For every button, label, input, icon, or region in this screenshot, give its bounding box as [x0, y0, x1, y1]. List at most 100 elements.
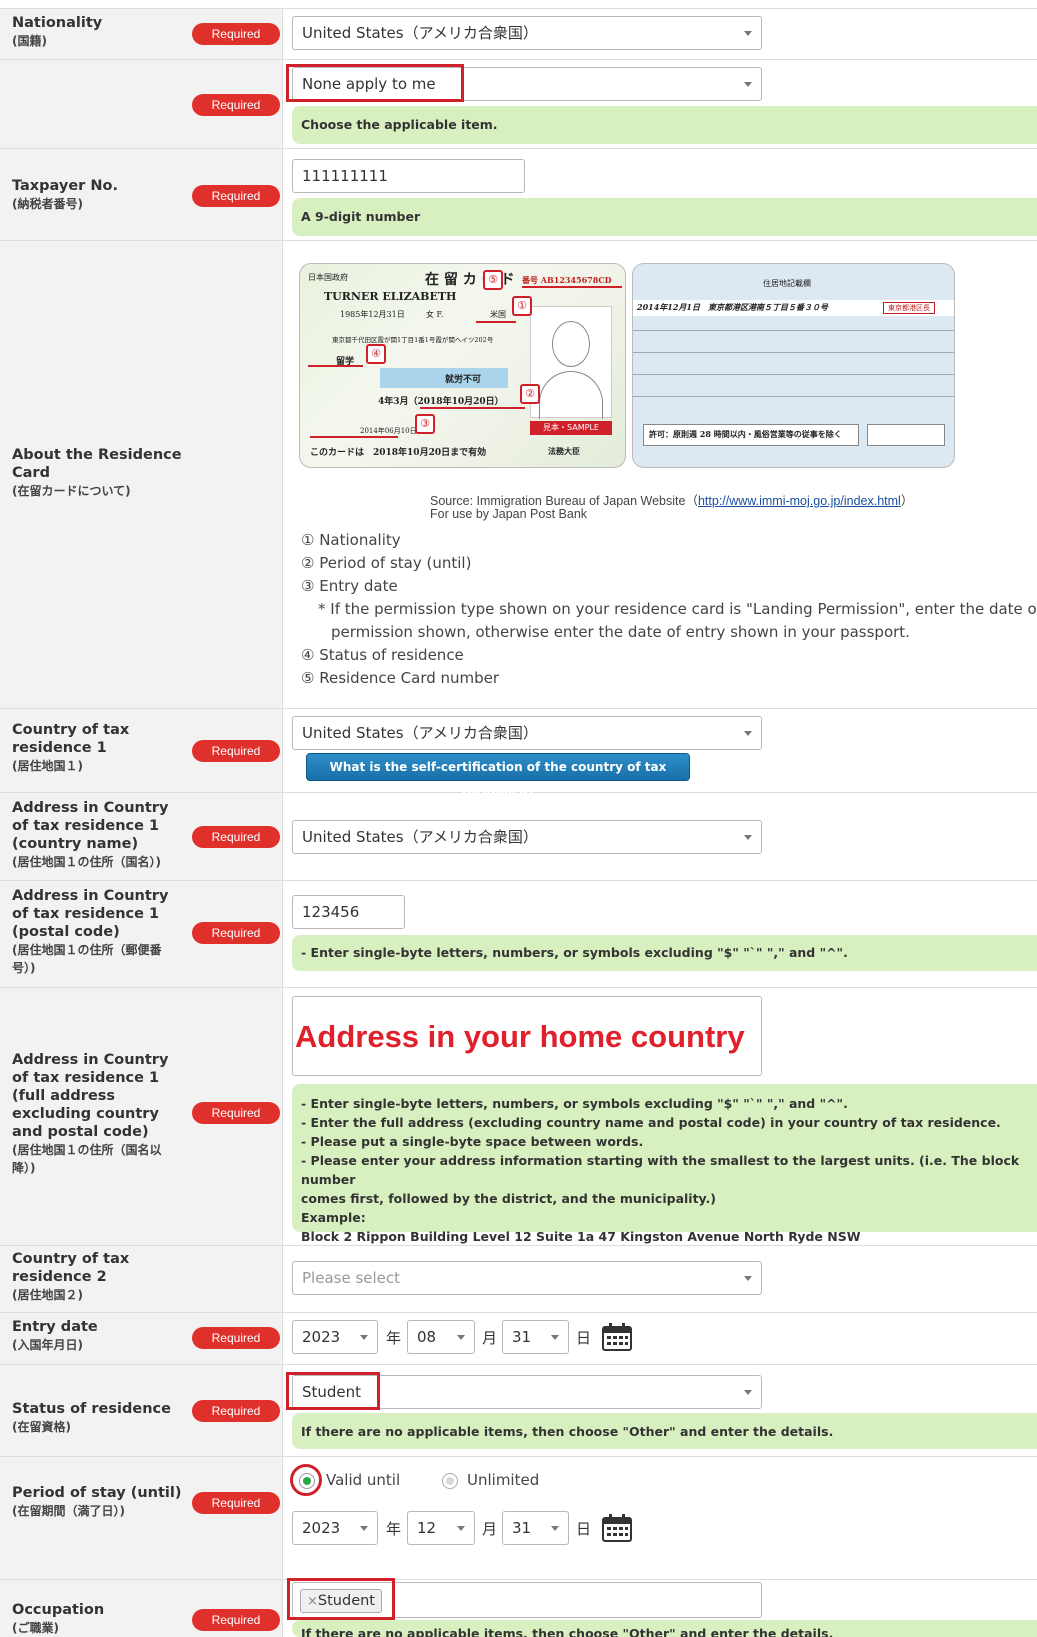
taxpayer-input[interactable]: 111111111	[292, 159, 525, 193]
nationality-label: Nationality (国籍)	[12, 14, 192, 50]
residence-card-back: 住居地記載欄 2014年12月1日 東京都港区港南５丁目５番３０号 東京都港区長…	[632, 263, 955, 468]
list-item: ① Nationality	[301, 531, 401, 549]
card-entry: 2014年06月10日	[360, 427, 417, 435]
note-line: comes first, followed by the district, a…	[301, 1191, 717, 1206]
nationality-select[interactable]: United States（アメリカ合衆国）	[292, 16, 762, 50]
tax-country-1-select[interactable]: United States（アメリカ合衆国）	[292, 716, 762, 750]
radio-checked-icon	[299, 1473, 315, 1489]
full-address-textarea[interactable]: Address in your home country	[292, 996, 762, 1076]
list-item: ② Period of stay (until)	[301, 554, 472, 572]
card-work: 就労不可	[445, 375, 482, 385]
postal-code-input[interactable]: 123456	[292, 895, 405, 929]
select-value: 12	[417, 1519, 437, 1537]
required-badge: Required	[192, 1492, 280, 1514]
label-jp: (在留カードについて)	[12, 484, 131, 498]
label-jp: (入国年月日)	[12, 1338, 83, 1352]
full-address-notes: - Enter single-byte letters, numbers, or…	[292, 1084, 1037, 1244]
note-line: - Enter single-byte letters, numbers, or…	[301, 1096, 848, 1111]
row-tax-country-2: Country of tax residence 2 (居住地国２) Pleas…	[0, 1246, 1037, 1313]
select-value: 08	[417, 1328, 437, 1346]
underline-nationality	[476, 321, 516, 323]
underline-number	[522, 286, 622, 288]
entry-month-select[interactable]: 08	[407, 1320, 475, 1354]
label-cell: Entry date (入国年月日) Required	[0, 1313, 283, 1364]
card-name: TURNER ELIZABETH	[324, 290, 457, 303]
required-badge: Required	[192, 740, 280, 762]
calendar-icon[interactable]	[602, 1323, 632, 1351]
label-en: Entry date	[12, 1319, 98, 1335]
entry-year-select[interactable]: 2023	[292, 1320, 378, 1354]
occupation-note: If there are no applicable items, then c…	[292, 1620, 1037, 1637]
card-back-line	[633, 374, 954, 375]
select-placeholder: Please select	[302, 1269, 401, 1287]
row-taxpayer: Taxpayer No. (納税者番号) Required 111111111 …	[0, 149, 1037, 241]
label-en: Address in Country	[12, 800, 169, 816]
radio-dot	[446, 1477, 454, 1485]
marker-2: ②	[520, 384, 540, 404]
card-back-line	[633, 330, 954, 331]
card-sample: 見本・SAMPLE	[530, 421, 612, 435]
label-cell: Nationality (国籍) Required	[0, 9, 283, 59]
chevron-down-icon	[360, 1526, 368, 1531]
row-period: Period of stay (until) (在留期間（満了日）) Requi…	[0, 1457, 1037, 1580]
card-header: 日本国政府	[308, 273, 348, 282]
tax-country-2-label: Country of tax residence 2 (居住地国２)	[12, 1250, 192, 1304]
label-jp: (居住地国１の住所（郵便番	[12, 943, 162, 957]
label-en: and postal code)	[12, 1124, 149, 1140]
radio-label: Unlimited	[467, 1471, 540, 1489]
residence-card-label: About the Residence Card (在留カードについて)	[12, 446, 192, 500]
chevron-down-icon	[744, 731, 752, 736]
card-back-line	[633, 352, 954, 353]
label-en: Country of tax	[12, 1251, 130, 1267]
chevron-down-icon	[744, 835, 752, 840]
row-status: Status of residence (在留資格) Required Stud…	[0, 1365, 1037, 1457]
period-month-select[interactable]: 12	[407, 1511, 475, 1545]
label-jp: (在留資格)	[12, 1420, 71, 1434]
chevron-down-icon	[551, 1335, 559, 1340]
required-badge: Required	[192, 922, 280, 944]
row-nationality: Nationality (国籍) Required United States（…	[0, 8, 1037, 60]
row-occupation: Occupation (ご職業) Required ×Student If th…	[0, 1578, 1037, 1637]
select-value: 31	[512, 1328, 532, 1346]
list-item: ③ Entry date	[301, 577, 398, 595]
chevron-down-icon	[744, 1390, 752, 1395]
calendar-icon[interactable]	[602, 1514, 632, 1542]
select-value: United States（アメリカ合衆国）	[302, 24, 538, 42]
underline-period	[420, 407, 525, 409]
row-residence-card: About the Residence Card (在留カードについて) 日本国…	[0, 241, 1037, 709]
radio-label: Valid until	[326, 1471, 401, 1489]
note-line: Block 2 Rippon Building Level 12 Suite 1…	[301, 1229, 861, 1244]
source-link[interactable]: http://www.immi-moj.go.jp/index.html	[698, 494, 901, 508]
label-en: (postal code)	[12, 924, 120, 940]
address-country-select[interactable]: United States（アメリカ合衆国）	[292, 820, 762, 854]
radio-dot	[303, 1477, 311, 1485]
row-entry-date: Entry date (入国年月日) Required 2023 年 08 月 …	[0, 1313, 1037, 1365]
self-certification-button[interactable]: What is the self-certification of the co…	[306, 753, 690, 800]
label-cell: Country of tax residence 2 (居住地国２)	[0, 1246, 283, 1312]
select-value: 2023	[302, 1519, 341, 1537]
label-en: (country name)	[12, 836, 139, 852]
chevron-down-icon	[360, 1335, 368, 1340]
label-cell: Taxpayer No. (納税者番号) Required	[0, 149, 283, 240]
note-line: - Please enter your address information …	[301, 1153, 1020, 1187]
radio-valid-until[interactable]: Valid until	[290, 1464, 412, 1496]
marker-1: ①	[512, 296, 532, 316]
tax-country-2-select[interactable]: Please select	[292, 1261, 762, 1295]
card-back-side-box	[867, 424, 945, 446]
chevron-down-icon	[744, 82, 752, 87]
period-day-select[interactable]: 31	[502, 1511, 569, 1545]
radio-unlimited[interactable]: Unlimited	[442, 1464, 562, 1494]
entry-day-select[interactable]: 31	[502, 1320, 569, 1354]
label-en: Period of stay (until)	[12, 1485, 182, 1501]
select-value: 2023	[302, 1328, 341, 1346]
period-year-select[interactable]: 2023	[292, 1511, 378, 1545]
label-en: About the Residence	[12, 447, 182, 463]
card-period: 4年3月（2018年10月20日）	[378, 397, 504, 407]
address-full-label: Address in Country of tax residence 1 (f…	[12, 1051, 192, 1177]
card-back-address: 2014年12月1日 東京都港区港南５丁目５番３０号	[637, 302, 828, 312]
occupation-label: Occupation (ご職業)	[12, 1601, 192, 1637]
note-line: - Please put a single-byte space between…	[301, 1134, 644, 1149]
label-en: (full address	[12, 1088, 116, 1104]
sanction-note: Choose the applicable item.	[292, 106, 1037, 144]
note-line: Example:	[301, 1210, 366, 1225]
